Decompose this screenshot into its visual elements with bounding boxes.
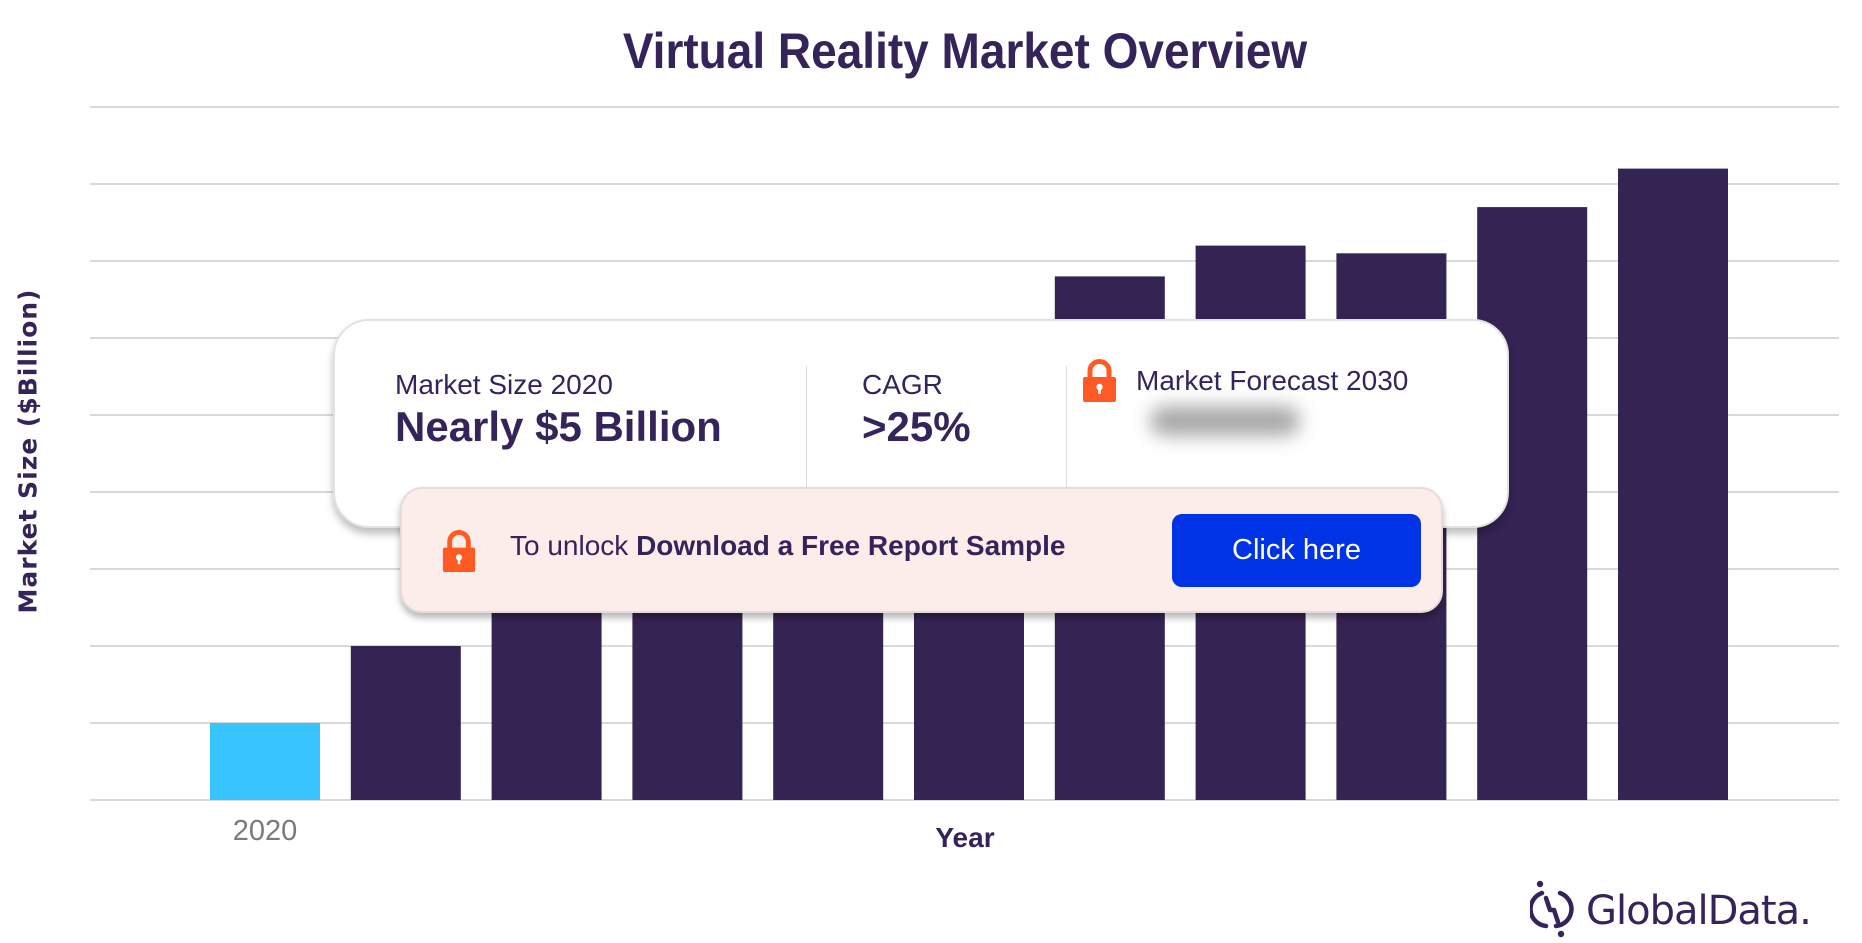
y-axis-label: Market Size ($Billion): [13, 288, 43, 614]
unlock-banner: To unlock Download a Free Report Sample …: [400, 487, 1443, 613]
market-size-label: Market Size 2020: [395, 369, 613, 400]
x-tick-label: 2020: [232, 815, 298, 847]
unlock-prefix: To unlock: [510, 530, 637, 561]
unlock-message: To unlock Download a Free Report Sample: [510, 530, 1066, 562]
free-sample-link-text: Download a Free Report Sample: [636, 530, 1066, 561]
globaldata-logo-icon: [1528, 880, 1574, 943]
globaldata-logo-text: GlobalData.: [1586, 888, 1812, 934]
lock-icon: [442, 530, 476, 572]
bar-2020: [210, 723, 320, 800]
forecast-label: Market Forecast 2030: [1136, 365, 1409, 396]
forecast-value-blurred: [1150, 406, 1300, 436]
bar-2030: [1618, 168, 1728, 801]
lock-icon: [1083, 359, 1116, 402]
cagr-label: CAGR: [862, 369, 943, 400]
x-axis-label: Year: [935, 822, 995, 853]
click-here-button[interactable]: Click here: [1172, 514, 1421, 587]
globaldata-logo: GlobalData.: [1528, 880, 1812, 943]
cagr-value: >25%: [862, 403, 971, 450]
bar-2021: [350, 646, 461, 800]
market-size-value: Nearly $5 Billion: [395, 403, 722, 450]
